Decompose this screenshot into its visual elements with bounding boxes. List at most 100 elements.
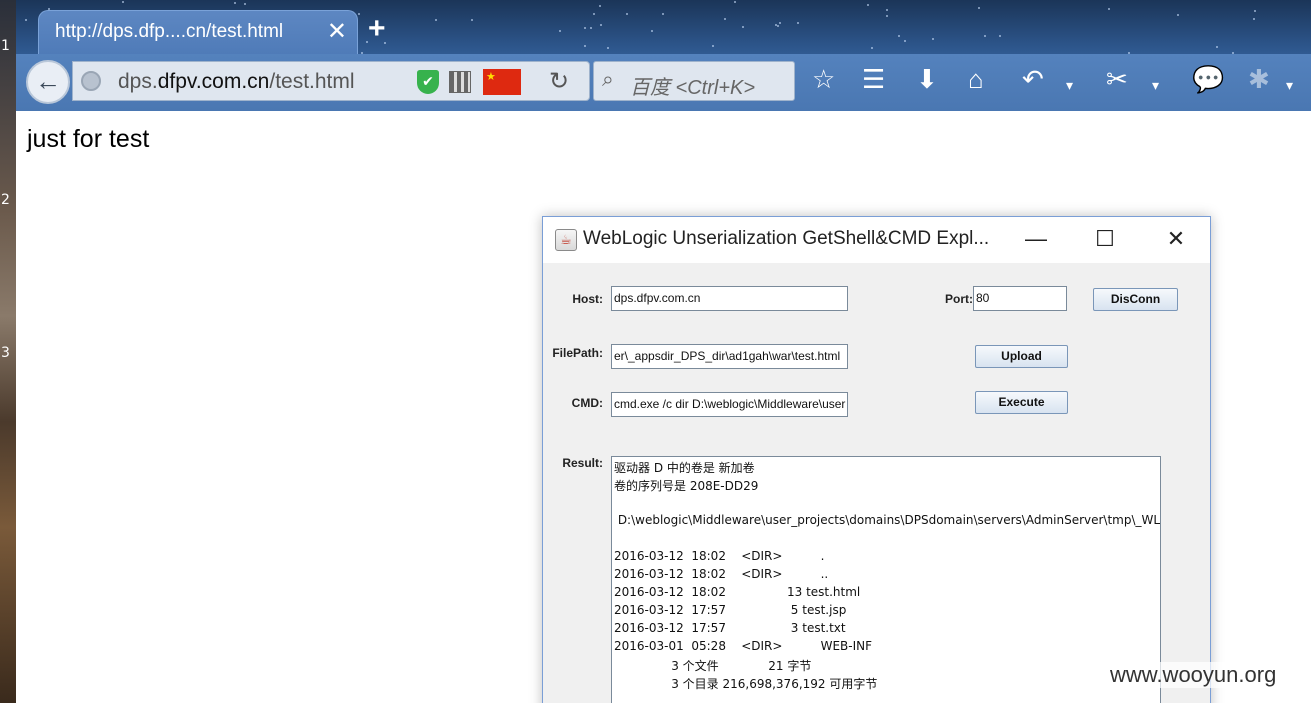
background-star xyxy=(711,44,714,47)
desktop-label: 1 xyxy=(1,38,10,54)
china-flag-icon: ★ xyxy=(483,69,521,95)
disconn-button[interactable]: DisConn xyxy=(1093,288,1178,311)
result-line: 2016-03-12 17:57 3 test.txt xyxy=(614,621,846,635)
chevron-down-icon[interactable]: ▾ xyxy=(1066,70,1073,100)
filepath-label: FilePath: xyxy=(552,346,603,360)
upload-button[interactable]: Upload xyxy=(975,345,1068,368)
shield-icon[interactable]: ✔ xyxy=(417,70,439,94)
new-tab-button[interactable]: + xyxy=(368,12,386,46)
background-star xyxy=(234,2,237,5)
cmd-input[interactable]: cmd.exe /c dir D:\weblogic\Middleware\us… xyxy=(611,392,848,417)
background-star xyxy=(741,26,744,29)
url-bar[interactable]: dps.dfpv.com.cn/test.html ✔ ★ ↻ xyxy=(72,61,590,101)
search-placeholder: 百度 <Ctrl+K> xyxy=(630,77,756,99)
background-star xyxy=(661,12,664,15)
background-star xyxy=(886,15,889,18)
background-star xyxy=(1216,46,1219,49)
undo-icon[interactable]: ↶ xyxy=(1022,64,1044,94)
globe-icon xyxy=(81,71,101,91)
background-star xyxy=(651,30,654,33)
background-star xyxy=(871,46,874,49)
reload-icon[interactable]: ↻ xyxy=(549,67,569,96)
result-line: 2016-03-12 17:57 5 test.jsp xyxy=(614,603,847,617)
url-text[interactable]: dps.dfpv.com.cn/test.html xyxy=(118,70,355,94)
screen: 1 2 3 http://dps.dfp....cn/test.html ✕ +… xyxy=(0,0,1311,703)
background-star xyxy=(978,7,981,10)
qr-code-icon[interactable] xyxy=(449,71,471,93)
exploit-tool-window: ☕ WebLogic Unserialization GetShell&CMD … xyxy=(542,216,1211,703)
home-icon[interactable]: ⌂ xyxy=(968,64,984,94)
download-icon[interactable]: ⬇ xyxy=(916,64,938,94)
result-line: 2016-03-01 05:28 <DIR> WEB-INF xyxy=(614,639,873,653)
background-star xyxy=(471,18,474,21)
java-icon: ☕ xyxy=(555,229,577,251)
background-star xyxy=(724,17,727,20)
background-star xyxy=(897,34,900,37)
background-star xyxy=(904,39,907,42)
extension-icon[interactable]: ✱ xyxy=(1248,64,1270,94)
background-star xyxy=(121,1,124,4)
maximize-button[interactable]: ☐ xyxy=(1082,225,1128,255)
result-line: 驱动器 D 中的卷是 新加卷 xyxy=(614,461,755,475)
result-line: D:\weblogic\Middleware\user_projects\dom… xyxy=(614,513,1161,527)
search-input[interactable]: ⌕ 百度 <Ctrl+K> xyxy=(593,61,795,101)
result-line: 2016-03-12 18:02 <DIR> . xyxy=(614,549,825,563)
result-line: 3 个目录 216,698,376,192 可用字节 xyxy=(614,677,878,691)
background-star xyxy=(779,22,782,25)
cmd-label: CMD: xyxy=(571,396,603,410)
crop-icon[interactable]: ✂ xyxy=(1106,64,1128,94)
desktop-label: 2 xyxy=(1,192,10,208)
page-body-text: just for test xyxy=(27,125,150,153)
watermark: www.wooyun.org xyxy=(1104,662,1283,688)
background-star xyxy=(558,29,561,32)
port-input[interactable]: 80 xyxy=(973,286,1067,311)
desktop-label: 3 xyxy=(1,345,10,361)
background-star xyxy=(606,47,609,50)
result-line: 卷的序列号是 208E-DD29 xyxy=(614,479,759,493)
chevron-down-icon[interactable]: ▾ xyxy=(1286,70,1293,100)
result-line: 2016-03-12 18:02 13 test.html xyxy=(614,585,861,599)
tab-close-icon[interactable]: ✕ xyxy=(327,17,347,46)
back-arrow-icon[interactable]: ← xyxy=(26,60,70,104)
minimize-button[interactable]: — xyxy=(1013,225,1059,255)
background-star xyxy=(435,19,438,22)
background-star xyxy=(1176,14,1179,17)
background-star xyxy=(776,25,779,28)
background-star xyxy=(583,26,586,29)
background-star xyxy=(25,19,28,22)
background-star xyxy=(244,2,247,5)
background-star xyxy=(886,8,889,11)
chevron-down-icon[interactable]: ▾ xyxy=(1152,70,1159,100)
background-star xyxy=(625,12,628,15)
background-star xyxy=(983,34,986,37)
background-star xyxy=(593,12,596,15)
background-star xyxy=(1107,7,1110,10)
chat-icon[interactable]: 💬 xyxy=(1192,64,1224,94)
window-titlebar[interactable]: ☕ WebLogic Unserialization GetShell&CMD … xyxy=(543,217,1210,263)
desktop-edge: 1 2 3 xyxy=(0,0,16,703)
background-star xyxy=(589,27,592,30)
result-label: Result: xyxy=(562,456,603,470)
background-star xyxy=(1252,17,1255,20)
background-star xyxy=(774,23,777,26)
background-star xyxy=(584,45,587,48)
filepath-input[interactable]: er\_appsdir_DPS_dir\ad1gah\war\test.html xyxy=(611,344,848,369)
background-star xyxy=(734,1,737,4)
background-star xyxy=(867,4,870,7)
execute-button[interactable]: Execute xyxy=(975,391,1068,414)
background-star xyxy=(357,12,360,15)
result-line: 3 个文件 21 字节 xyxy=(614,659,812,673)
host-input[interactable]: dps.dfpv.com.cn xyxy=(611,286,848,311)
port-label: Port: xyxy=(945,292,973,306)
browser-tab[interactable]: http://dps.dfp....cn/test.html ✕ xyxy=(38,10,358,54)
close-button[interactable]: ✕ xyxy=(1153,225,1199,255)
host-label: Host: xyxy=(572,292,603,306)
background-star xyxy=(998,35,1001,38)
tab-title: http://dps.dfp....cn/test.html xyxy=(55,21,284,42)
reading-list-icon[interactable]: ☰ xyxy=(862,64,885,94)
navigation-bar: ← dps.dfpv.com.cn/test.html ✔ ★ ↻ ⌕ 百度 <… xyxy=(16,54,1311,111)
result-line: 2016-03-12 18:02 <DIR> .. xyxy=(614,567,829,581)
bookmark-star-icon[interactable]: ☆ xyxy=(812,64,835,94)
result-textarea[interactable]: 驱动器 D 中的卷是 新加卷 卷的序列号是 208E-DD29 D:\weblog… xyxy=(611,456,1161,703)
search-icon: ⌕ xyxy=(602,68,614,91)
